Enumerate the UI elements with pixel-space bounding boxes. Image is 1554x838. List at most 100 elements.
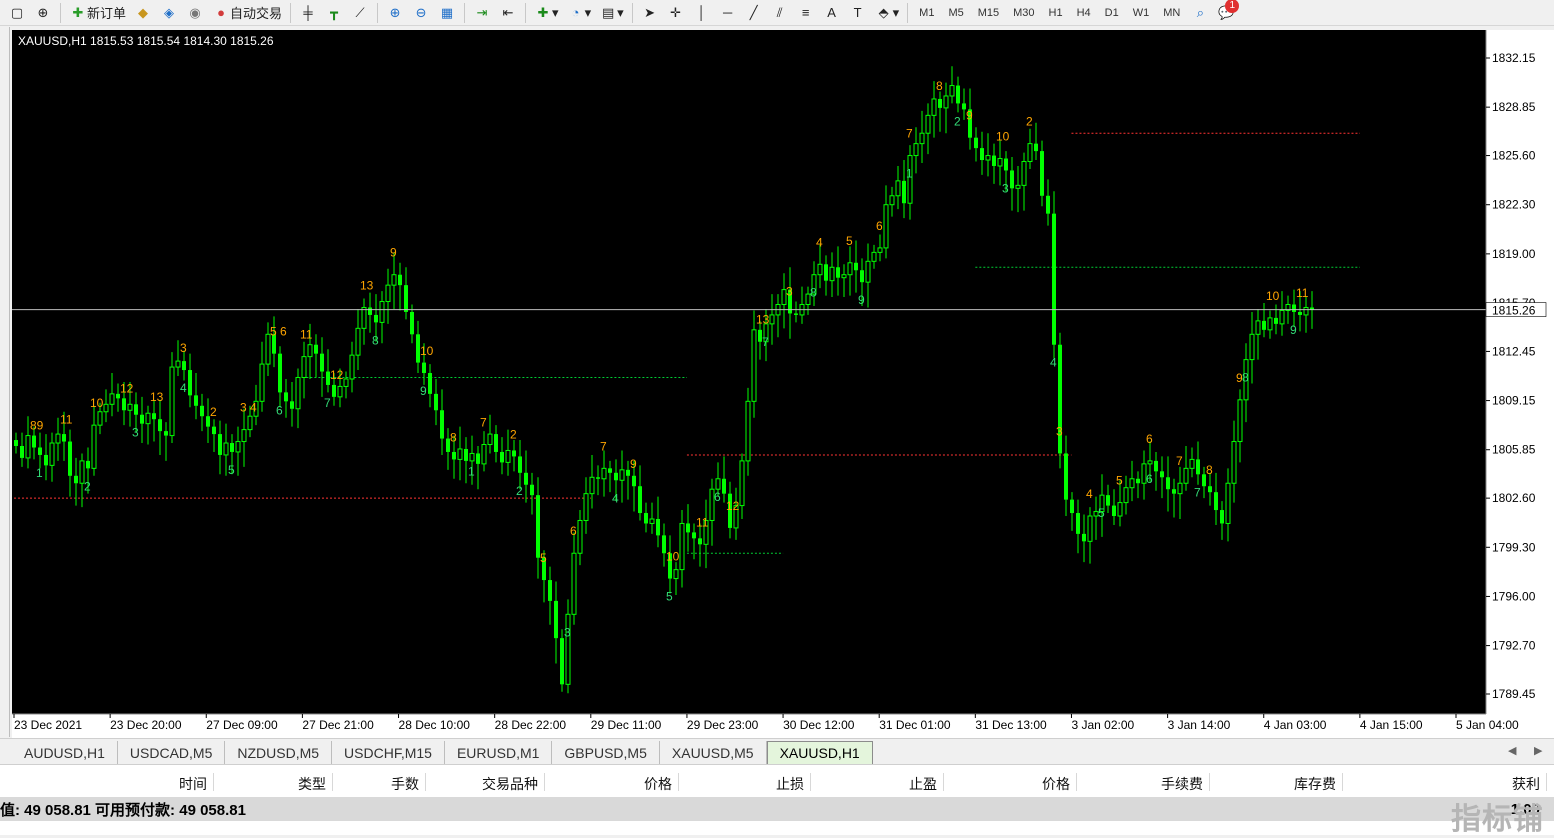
tab-usdchf-m15[interactable]: USDCHF,M15: [332, 741, 445, 764]
periods-icon[interactable]: ◔ ▾: [565, 2, 594, 24]
column-header[interactable]: 时间: [179, 774, 207, 794]
timeframe-m15[interactable]: M15: [973, 2, 1004, 24]
indicators-icon[interactable]: ✚ ▾: [532, 2, 561, 24]
candle-bear: [452, 451, 456, 460]
count-label: 7: [1194, 485, 1201, 499]
zoom-in-icon[interactable]: ⊕: [384, 2, 406, 24]
candle-bear: [686, 523, 690, 533]
candle-bear: [278, 353, 282, 393]
candle-bull: [469, 452, 475, 462]
crosshair-icon[interactable]: ✛: [665, 2, 687, 24]
time-tick-label: 28 Dec 10:00: [399, 718, 471, 732]
candle-bull: [235, 441, 241, 453]
candle-bear: [1262, 320, 1266, 330]
signal-icon[interactable]: ◉: [184, 2, 206, 24]
price-tick-label: 1792.70: [1492, 639, 1536, 653]
price-tick-label: 1825.60: [1492, 149, 1536, 163]
autoscroll-icon[interactable]: ⇥: [471, 2, 493, 24]
column-header[interactable]: 获利: [1512, 774, 1540, 794]
candle-bear: [824, 264, 828, 281]
tab-xauusd-h1[interactable]: XAUUSD,H1: [766, 741, 873, 764]
count-label: 12: [120, 381, 134, 395]
column-header[interactable]: 止盈: [909, 774, 937, 794]
candle-bull: [601, 467, 607, 480]
tab-scroll-left-icon[interactable]: ◀: [1508, 744, 1516, 757]
timeframe-h4[interactable]: H4: [1072, 2, 1096, 24]
candle-bear: [1064, 453, 1068, 500]
candle-bear: [1220, 510, 1224, 524]
candle-bull: [25, 435, 31, 459]
column-header[interactable]: 类型: [298, 774, 326, 794]
tab-nzdusd-m5[interactable]: NZDUSD,M5: [225, 741, 333, 764]
column-header[interactable]: 价格: [1042, 774, 1070, 794]
chart-plot-area[interactable]: [12, 30, 1486, 714]
balance-row[interactable]: 值: 49 058.81 可用预付款: 49 058.81 1.00: [0, 797, 1554, 821]
count-label: 8: [810, 286, 817, 300]
tab-scroll-right-icon[interactable]: ▶: [1534, 744, 1542, 757]
column-header[interactable]: 手续费: [1161, 774, 1203, 794]
candle-bear: [422, 362, 426, 374]
count-label: 6: [570, 524, 577, 538]
text-label-icon[interactable]: T: [847, 2, 869, 24]
candle-bear: [722, 478, 726, 494]
new-order-button[interactable]: ✚ 新订单: [67, 2, 128, 24]
channel-icon[interactable]: ⫽: [769, 2, 791, 24]
timeframe-d1[interactable]: D1: [1100, 2, 1124, 24]
column-header[interactable]: 库存费: [1294, 774, 1336, 794]
column-header[interactable]: 价格: [644, 774, 672, 794]
time-tick-label: 23 Dec 20:00: [110, 718, 182, 732]
time-tick-label: 30 Dec 12:00: [783, 718, 855, 732]
account-icon[interactable]: ◈: [158, 2, 180, 24]
timeframe-w1[interactable]: W1: [1128, 2, 1155, 24]
timeframe-m30[interactable]: M30: [1008, 2, 1039, 24]
chart-window[interactable]: 89 11 10 12 13 3 2 3 45 6 11 12 13 9 10 8 7 2 5 6 7 9 10 11 12…: [12, 30, 1554, 738]
vertical-line-icon[interactable]: │: [691, 2, 713, 24]
zoom-out-icon[interactable]: ⊖: [410, 2, 432, 24]
tab-xauusd-m5[interactable]: XAUUSD,M5: [659, 741, 767, 764]
tile-windows-icon[interactable]: ▦: [436, 2, 458, 24]
shapes-icon[interactable]: ⬘ ▾: [873, 2, 902, 24]
column-header[interactable]: 交易品种: [482, 774, 538, 794]
window-icon[interactable]: ▢: [6, 2, 28, 24]
candle-bull: [829, 266, 835, 282]
tab-audusd-h1[interactable]: AUDUSD,H1: [12, 741, 118, 764]
templates-icon[interactable]: ▤ ▾: [597, 2, 626, 24]
candle-bull: [649, 518, 655, 524]
candle-bear: [74, 475, 78, 484]
search-icon[interactable]: ⌕: [1189, 2, 1211, 24]
timeframe-h1[interactable]: H1: [1044, 2, 1068, 24]
tab-eurusd-m1[interactable]: EURUSD,M1: [444, 741, 553, 764]
fibonacci-icon[interactable]: ≡: [795, 2, 817, 24]
tab-usdcad-m5[interactable]: USDCAD,M5: [117, 741, 226, 764]
candle-bull: [127, 403, 133, 411]
timeframe-m1[interactable]: M1: [914, 2, 939, 24]
count-label: 7: [600, 439, 607, 453]
line-chart-icon[interactable]: ⟋: [349, 2, 371, 24]
text-icon[interactable]: A: [821, 2, 843, 24]
price-tick-label: 1822.30: [1492, 198, 1536, 212]
timeframe-mn[interactable]: MN: [1158, 2, 1185, 24]
count-label: 13: [360, 278, 374, 292]
trendline-icon[interactable]: ╱: [743, 2, 765, 24]
candle-bear: [1112, 505, 1116, 517]
cursor-icon[interactable]: ➤: [639, 2, 661, 24]
price-chart[interactable]: 89 1110121332 3 45 6 1112139108725679101112…: [12, 30, 1554, 738]
column-header[interactable]: 手数: [391, 774, 419, 794]
zoom-doc-icon[interactable]: ⊕: [32, 2, 54, 24]
candle-bear: [410, 311, 414, 335]
column-header[interactable]: 止损: [776, 774, 804, 794]
candle-bear: [140, 414, 144, 424]
tab-gbpusd-m5[interactable]: GBPUSD,M5: [552, 741, 660, 764]
count-label: 12: [330, 368, 344, 382]
notification-icon[interactable]: 💬 1: [1215, 0, 1240, 24]
horizontal-line-icon[interactable]: ─: [717, 2, 739, 24]
chart-shift-icon[interactable]: ⇤: [497, 2, 519, 24]
auto-trade-button[interactable]: ● 自动交易: [210, 2, 284, 24]
candle-chart-icon[interactable]: ┳: [323, 2, 345, 24]
candle-bull: [619, 469, 625, 481]
bar-chart-icon[interactable]: ╪: [297, 2, 319, 24]
timeframe-m5[interactable]: M5: [943, 2, 968, 24]
price-tick-label: 1809.15: [1492, 394, 1536, 408]
candle-bear: [86, 460, 90, 469]
gold-icon[interactable]: ◆: [132, 2, 154, 24]
